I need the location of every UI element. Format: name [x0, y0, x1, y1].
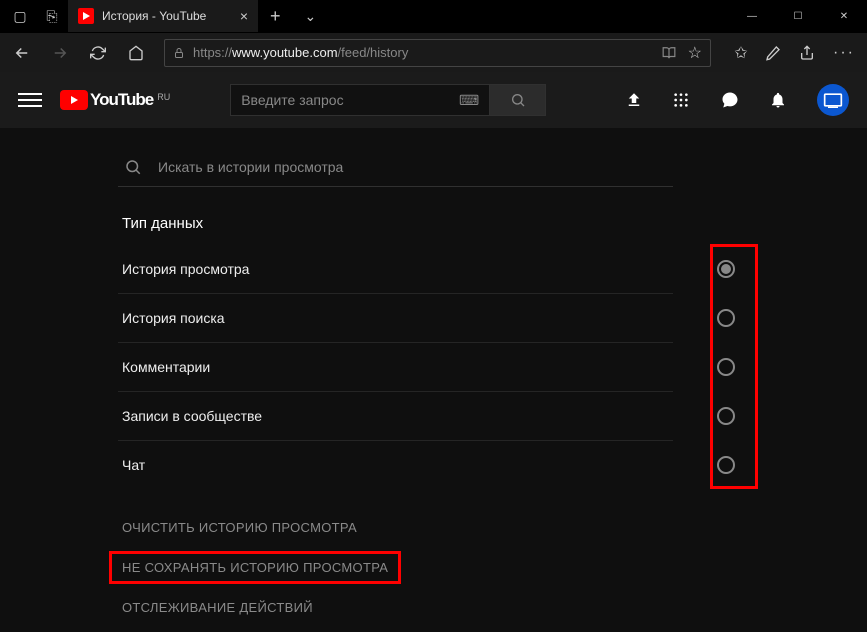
- notes-icon[interactable]: [765, 45, 785, 61]
- pause-history-button[interactable]: НЕ СОХРАНЯТЬ ИСТОРИЮ ПРОСМОТРА: [122, 547, 867, 587]
- history-option-search[interactable]: История поиска: [118, 293, 673, 342]
- youtube-play-icon: [60, 90, 88, 110]
- youtube-country-code: RU: [157, 92, 170, 102]
- option-label: Комментарии: [122, 359, 210, 375]
- browser-address-bar: https://www.youtube.com/feed/history ☆ ✩…: [0, 32, 867, 72]
- youtube-header: YouTube RU Введите запрос ⌨: [0, 72, 867, 128]
- option-label: Записи в сообществе: [122, 408, 262, 424]
- radio-icon[interactable]: [717, 260, 735, 278]
- tabs-overview-icon[interactable]: ▢: [10, 8, 30, 25]
- browser-tab[interactable]: История - YouTube ×: [68, 0, 258, 32]
- option-label: Чат: [122, 457, 145, 473]
- nav-forward-button: [46, 39, 74, 67]
- more-icon[interactable]: ···: [833, 44, 853, 62]
- tab-favicon-icon: [78, 8, 94, 24]
- apps-icon[interactable]: [673, 92, 695, 108]
- window-close-button[interactable]: ✕: [821, 0, 867, 32]
- window-titlebar: ▢ ⎘ История - YouTube × + ⌄ — ☐ ✕: [0, 0, 867, 32]
- favorites-icon[interactable]: ✩: [731, 43, 751, 63]
- history-type-heading: Тип данных: [118, 215, 867, 232]
- history-search-placeholder: Искать в истории просмотра: [158, 159, 343, 175]
- upload-icon[interactable]: [625, 91, 647, 109]
- radio-icon[interactable]: [717, 407, 735, 425]
- menu-button[interactable]: [18, 93, 42, 107]
- history-option-comments[interactable]: Комментарии: [118, 342, 673, 391]
- messages-icon[interactable]: [721, 91, 743, 109]
- clear-history-button[interactable]: ОЧИСТИТЬ ИСТОРИЮ ПРОСМОТРА: [122, 507, 867, 547]
- window-maximize-button[interactable]: ☐: [775, 0, 821, 32]
- radio-icon[interactable]: [717, 309, 735, 327]
- history-option-chat[interactable]: Чат: [118, 440, 673, 489]
- youtube-logo[interactable]: YouTube RU: [60, 90, 170, 110]
- keyboard-icon[interactable]: ⌨: [459, 92, 479, 109]
- url-text: https://www.youtube.com/feed/history: [193, 45, 408, 60]
- tab-chevron-icon[interactable]: ⌄: [293, 8, 329, 25]
- youtube-search-input[interactable]: Введите запрос ⌨: [230, 84, 490, 116]
- option-label: История поиска: [122, 310, 225, 326]
- youtube-search-button[interactable]: [490, 84, 546, 116]
- new-tab-button[interactable]: +: [258, 6, 293, 27]
- nav-refresh-button[interactable]: [84, 39, 112, 67]
- manage-activity-button[interactable]: ОТСЛЕЖИВАНИЕ ДЕЙСТВИЙ: [122, 587, 867, 627]
- search-placeholder: Введите запрос: [241, 92, 343, 108]
- tab-close-icon[interactable]: ×: [240, 8, 248, 24]
- radio-icon[interactable]: [717, 456, 735, 474]
- notifications-icon[interactable]: [769, 91, 791, 109]
- youtube-logo-text: YouTube: [90, 90, 153, 110]
- share-icon[interactable]: [799, 45, 819, 61]
- history-search-input[interactable]: Искать в истории просмотра: [118, 158, 673, 187]
- annotation-highlight-pause: НЕ СОХРАНЯТЬ ИСТОРИЮ ПРОСМОТРА: [109, 551, 401, 584]
- lock-icon: [173, 46, 185, 60]
- tab-title: История - YouTube: [102, 9, 232, 23]
- nav-home-button[interactable]: [122, 39, 150, 67]
- reading-view-icon[interactable]: [662, 46, 676, 60]
- url-input[interactable]: https://www.youtube.com/feed/history ☆: [164, 39, 711, 67]
- window-minimize-button[interactable]: —: [729, 0, 775, 32]
- search-icon: [124, 158, 142, 176]
- set-aside-icon[interactable]: ⎘: [42, 8, 62, 25]
- radio-icon[interactable]: [717, 358, 735, 376]
- history-option-watch[interactable]: История просмотра: [118, 244, 673, 293]
- history-option-community[interactable]: Записи в сообществе: [118, 391, 673, 440]
- option-label: История просмотра: [122, 261, 249, 277]
- user-avatar[interactable]: [817, 84, 849, 116]
- history-page: Искать в истории просмотра Тип данных Ис…: [0, 128, 867, 627]
- nav-back-button[interactable]: [8, 39, 36, 67]
- favorite-icon[interactable]: ☆: [688, 43, 702, 63]
